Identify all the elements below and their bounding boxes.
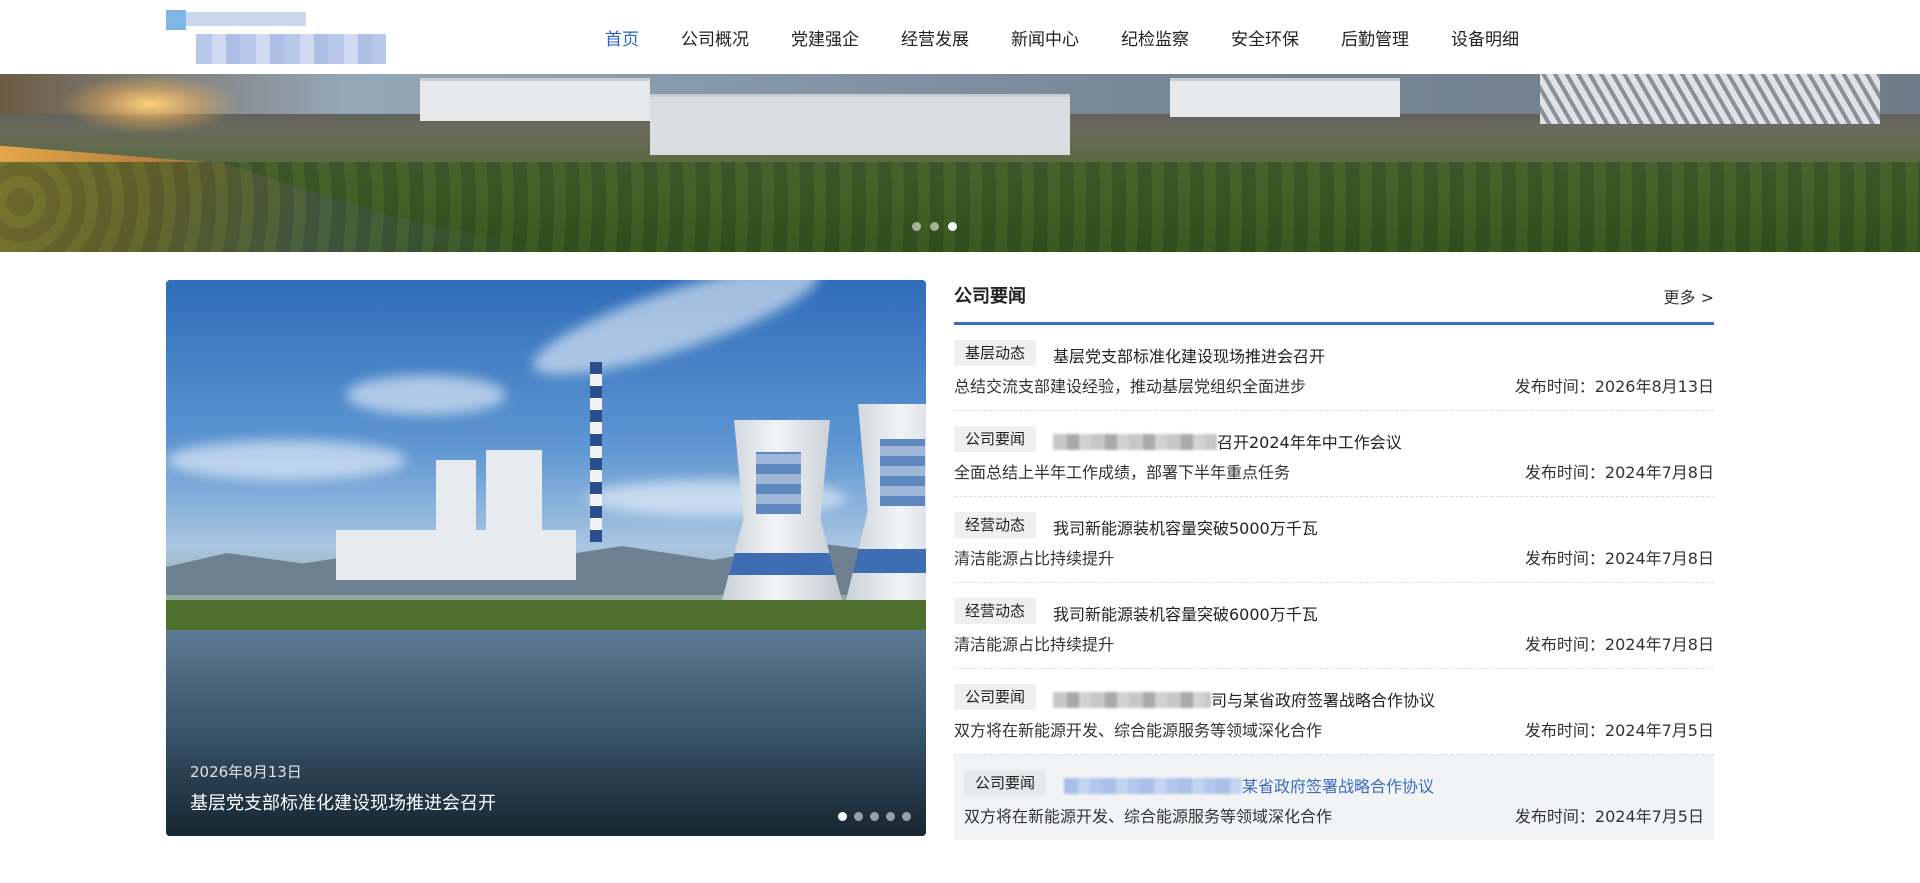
redacted-text: [1053, 434, 1217, 450]
nav-item-company-overview[interactable]: 公司概况: [681, 25, 749, 50]
company-news-panel: 公司要闻 更多 > 基层动态 基层党支部标准化建设现场推进会召开 总结交流支部建…: [954, 280, 1714, 840]
nav-item-discipline-inspection[interactable]: 纪检监察: [1121, 25, 1189, 50]
hero-banner[interactable]: [0, 74, 1920, 252]
news-item-title[interactable]: 基层党支部标准化建设现场推进会召开: [1053, 343, 1325, 367]
banner-dot[interactable]: [930, 222, 939, 231]
blurred-logo: [755, 452, 802, 514]
banner-pagination: [912, 222, 957, 231]
news-item-date: 发布时间：2024年7月8日: [1524, 549, 1714, 568]
redacted-text: [1064, 778, 1242, 794]
redacted-text: [1053, 692, 1211, 708]
news-category-tag[interactable]: 经营动态: [954, 598, 1037, 624]
news-list-item-hovered[interactable]: 公司要闻 某省政府签署战略合作协议 双方将在新能源开发、综合能源服务等领域深化合…: [954, 755, 1714, 840]
news-item-date: 发布时间：2024年7月8日: [1524, 463, 1714, 482]
banner-dot-active[interactable]: [948, 222, 957, 231]
main-nav: 首页 公司概况 党建强企 经营发展 新闻中心 纪检监察 安全环保 后勤管理 设备…: [584, 0, 1540, 74]
news-category-tag[interactable]: 公司要闻: [964, 770, 1047, 796]
tower-band: [846, 549, 926, 573]
news-item-summary: 总结交流支部建设经验，推动基层党组织全面进步: [954, 377, 1307, 396]
carousel-pagination: [838, 812, 911, 821]
carousel-date: 2026年8月13日: [190, 763, 302, 781]
logo-subtitle-blurred: [196, 34, 386, 64]
cloud: [166, 440, 406, 480]
news-item-summary: 双方将在新能源开发、综合能源服务等领域深化合作: [954, 721, 1323, 740]
news-item-date: 发布时间：2024年7月5日: [1524, 721, 1714, 740]
carousel-dot[interactable]: [854, 812, 863, 821]
news-item-summary: 清洁能源占比持续提升: [954, 549, 1115, 568]
news-item-title[interactable]: 我司新能源装机容量突破6000万千瓦: [1053, 601, 1318, 625]
carousel-title[interactable]: 基层党支部标准化建设现场推进会召开: [190, 789, 496, 815]
carousel-dot[interactable]: [870, 812, 879, 821]
news-item-title-wrapper[interactable]: 某省政府签署战略合作协议: [1064, 773, 1434, 797]
site-header: 首页 公司概况 党建强企 经营发展 新闻中心 纪检监察 安全环保 后勤管理 设备…: [0, 0, 1920, 74]
news-item-title-wrapper[interactable]: 召开2024年年中工作会议: [1053, 429, 1402, 453]
news-item-summary: 全面总结上半年工作成绩，部署下半年重点任务: [954, 463, 1291, 482]
news-item-summary: 双方将在新能源开发、综合能源服务等领域深化合作: [964, 807, 1333, 826]
nav-item-logistics[interactable]: 后勤管理: [1341, 25, 1409, 50]
banner-building: [420, 78, 650, 121]
news-item-date: 发布时间：2026年8月13日: [1514, 377, 1714, 396]
nav-item-equipment-list[interactable]: 设备明细: [1451, 25, 1519, 50]
plant-building: [336, 530, 576, 580]
news-item-summary: 清洁能源占比持续提升: [954, 635, 1115, 654]
news-category-tag[interactable]: 基层动态: [954, 340, 1037, 366]
news-list-item[interactable]: 公司要闻 召开2024年年中工作会议 全面总结上半年工作成绩，部署下半年重点任务…: [954, 411, 1714, 497]
news-item-title[interactable]: 召开2024年年中工作会议: [1217, 433, 1402, 452]
carousel-dot[interactable]: [886, 812, 895, 821]
news-category-tag[interactable]: 公司要闻: [954, 684, 1037, 710]
site-logo[interactable]: [166, 10, 388, 66]
news-photo-carousel[interactable]: 2026年8月13日 基层党支部标准化建设现场推进会召开: [166, 280, 926, 836]
cloud: [524, 280, 828, 395]
news-category-tag[interactable]: 经营动态: [954, 512, 1037, 538]
banner-structure: [1540, 74, 1880, 124]
nav-item-news-center[interactable]: 新闻中心: [1011, 25, 1079, 50]
news-list-item[interactable]: 经营动态 我司新能源装机容量突破5000万千瓦 清洁能源占比持续提升 发布时间：…: [954, 497, 1714, 583]
news-panel-title: 公司要闻: [954, 286, 1026, 307]
nav-item-business-development[interactable]: 经营发展: [901, 25, 969, 50]
chimney: [590, 362, 602, 542]
news-item-title[interactable]: 司与某省政府签署战略合作协议: [1211, 691, 1435, 710]
carousel-dot-active[interactable]: [838, 812, 847, 821]
cloud: [346, 375, 506, 415]
riverbank: [166, 600, 926, 630]
blurred-logo: [879, 439, 926, 506]
news-panel-header: 公司要闻 更多 >: [954, 280, 1714, 325]
news-item-title-wrapper[interactable]: 司与某省政府签署战略合作协议: [1053, 687, 1435, 711]
news-list-item[interactable]: 基层动态 基层党支部标准化建设现场推进会召开 总结交流支部建设经验，推动基层党组…: [954, 325, 1714, 411]
news-category-tag[interactable]: 公司要闻: [954, 426, 1037, 452]
carousel-dot[interactable]: [902, 812, 911, 821]
banner-building: [650, 94, 1070, 155]
logo-mark: [166, 10, 186, 30]
nav-item-home[interactable]: 首页: [605, 25, 639, 50]
news-list-item[interactable]: 经营动态 我司新能源装机容量突破6000万千瓦 清洁能源占比持续提升 发布时间：…: [954, 583, 1714, 669]
banner-sunset-glow: [60, 74, 240, 134]
nav-item-safety-environment[interactable]: 安全环保: [1231, 25, 1299, 50]
banner-building: [1170, 78, 1400, 117]
tower-band: [722, 553, 842, 575]
banner-dot[interactable]: [912, 222, 921, 231]
news-list-item[interactable]: 公司要闻 司与某省政府签署战略合作协议 双方将在新能源开发、综合能源服务等领域深…: [954, 669, 1714, 755]
more-link[interactable]: 更多 >: [1664, 284, 1715, 308]
nav-item-party-building[interactable]: 党建强企: [791, 25, 859, 50]
news-item-date: 发布时间：2024年7月8日: [1524, 635, 1714, 654]
news-item-title[interactable]: 某省政府签署战略合作协议: [1242, 777, 1434, 796]
banner-trees: [0, 162, 1920, 252]
news-item-date: 发布时间：2024年7月5日: [1514, 807, 1704, 826]
cooling-tower: [846, 404, 926, 600]
news-item-title[interactable]: 我司新能源装机容量突破5000万千瓦: [1053, 515, 1318, 539]
logo-name-blurred: [186, 12, 306, 26]
